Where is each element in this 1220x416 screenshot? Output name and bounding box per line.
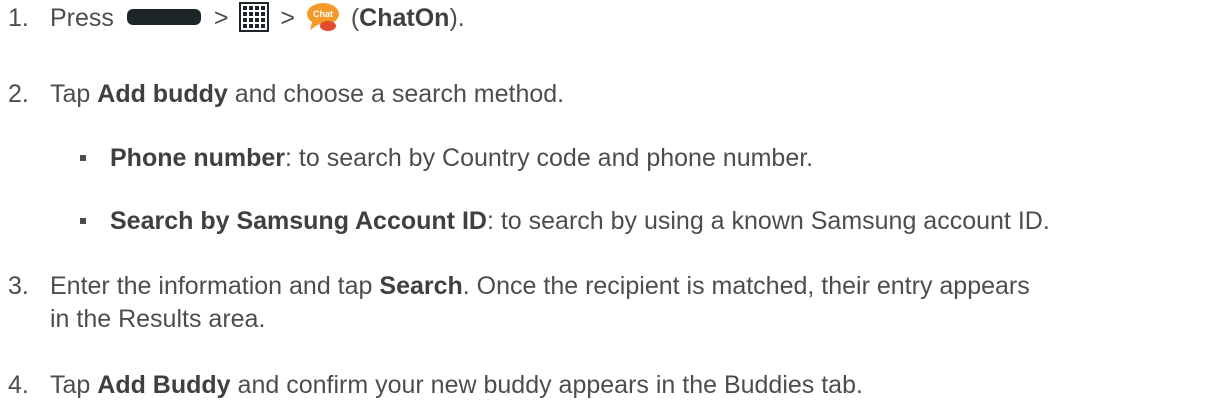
bullet-marker [80,155,86,161]
step-text-before: Tap [50,371,91,399]
step-text-after: . Once the recipient is matched, their e… [462,272,1030,300]
bullet-bold: Phone number [110,144,286,172]
home-key-icon [126,9,201,26]
step-text-after: and choose a search method. [234,80,565,108]
bullet-text-after: : to search by Country code and phone nu… [285,144,814,172]
paren-close: ). [449,4,465,32]
bullet-text: Search by Samsung Account ID: to search … [110,206,1050,236]
chaton-app-icon: Chat [306,3,339,32]
bullet-text-after: : to search by using a known Samsung acc… [486,207,1050,235]
bullet-marker [80,218,86,224]
step-text: Press > > Chat (ChatOn). [50,2,465,34]
step-text-line2: in the Results area. [50,305,266,333]
step-number: 1. [8,4,29,32]
step-text-before: Enter the information and tap [50,272,373,300]
step-text: Tap Add buddy and choose a search method… [50,79,564,109]
bullet-text: Phone number: to search by Country code … [110,143,813,173]
chaton-icon-label: Chat [313,9,333,19]
step-prefix: Press [50,4,114,32]
step-number: 4. [8,371,29,399]
separator: > [213,4,229,32]
step-text: Tap Add Buddy and confirm your new buddy… [50,370,863,400]
step-number: 2. [8,80,29,108]
separator: > [280,4,295,32]
paren-open: ( [350,4,360,32]
step-number: 3. [8,272,29,300]
step-bold: Search [379,272,463,300]
step-bold: Add Buddy [97,371,231,399]
app-name: ChatOn [359,4,450,32]
bullet-bold: Search by Samsung Account ID [110,207,487,235]
step-text-before: Tap [50,80,91,108]
step-text-after: and confirm your new buddy appears in th… [237,371,863,399]
step-bold: Add buddy [97,80,228,108]
apps-grid-icon [239,2,270,33]
step-text: Enter the information and tap Search. On… [50,271,1030,301]
